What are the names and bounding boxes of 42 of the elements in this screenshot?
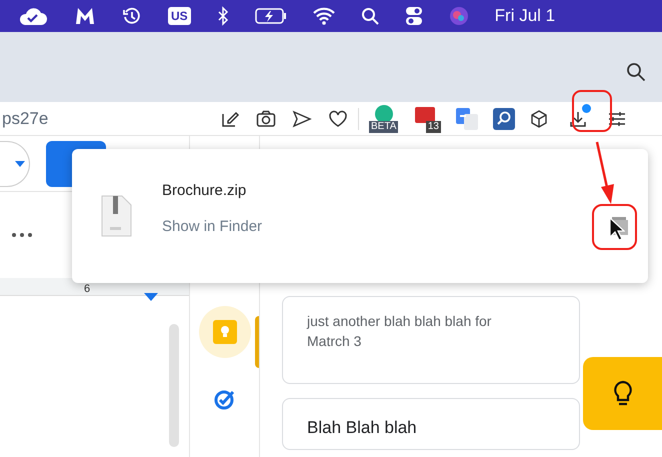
pointer-arrow [594,141,616,205]
magnifier-icon[interactable] [493,108,515,130]
more-icon[interactable] [12,233,32,237]
bulb-icon [212,320,236,344]
input-source-indicator[interactable]: US [168,7,191,25]
show-in-finder-link[interactable]: Show in Finder [162,216,262,238]
orb-icon[interactable] [448,6,469,26]
meet-button[interactable] [0,140,30,186]
highlight-frame [572,90,612,132]
note-card[interactable]: Blah Blah blah [282,398,580,450]
search-icon[interactable] [626,62,646,82]
menu-bar-clock[interactable]: Fri Jul 1 [494,3,556,29]
extension-badge: BETA [369,120,398,132]
ruler-number: 6 [84,283,90,295]
camera-icon[interactable] [256,110,276,128]
clock-history-icon[interactable] [122,6,142,26]
keep-fab-button[interactable] [583,357,662,430]
wifi-icon[interactable] [312,7,335,25]
battery-icon[interactable] [254,8,287,24]
cloud-check-icon[interactable] [18,6,48,26]
indent-marker-icon[interactable] [144,293,158,301]
bulb-icon [612,380,632,408]
highlight-frame [592,204,637,250]
zip-file-icon [100,195,132,237]
bluetooth-icon[interactable] [216,6,229,26]
m-logo-icon[interactable] [74,6,96,26]
note-text: just another blah blah blah for Matrch 3 [307,312,492,351]
address-text[interactable]: ps27e [2,106,220,132]
cursor-icon [609,217,625,241]
sliders-icon[interactable] [607,110,627,128]
tasks-icon[interactable] [214,388,236,410]
cube-icon[interactable] [529,108,549,128]
scrollbar[interactable] [169,324,179,447]
extension-badge: 13 [426,120,441,132]
toggle-icon[interactable] [404,6,423,26]
search-icon[interactable] [360,7,379,25]
note-card[interactable]: just another blah blah blah for Matrch 3 [282,296,580,384]
file-name: Brochure.zip [162,180,248,200]
caret-icon [15,160,25,166]
note-title: Blah Blah blah [307,417,418,439]
send-icon[interactable] [292,110,312,128]
heart-icon[interactable] [328,110,348,128]
